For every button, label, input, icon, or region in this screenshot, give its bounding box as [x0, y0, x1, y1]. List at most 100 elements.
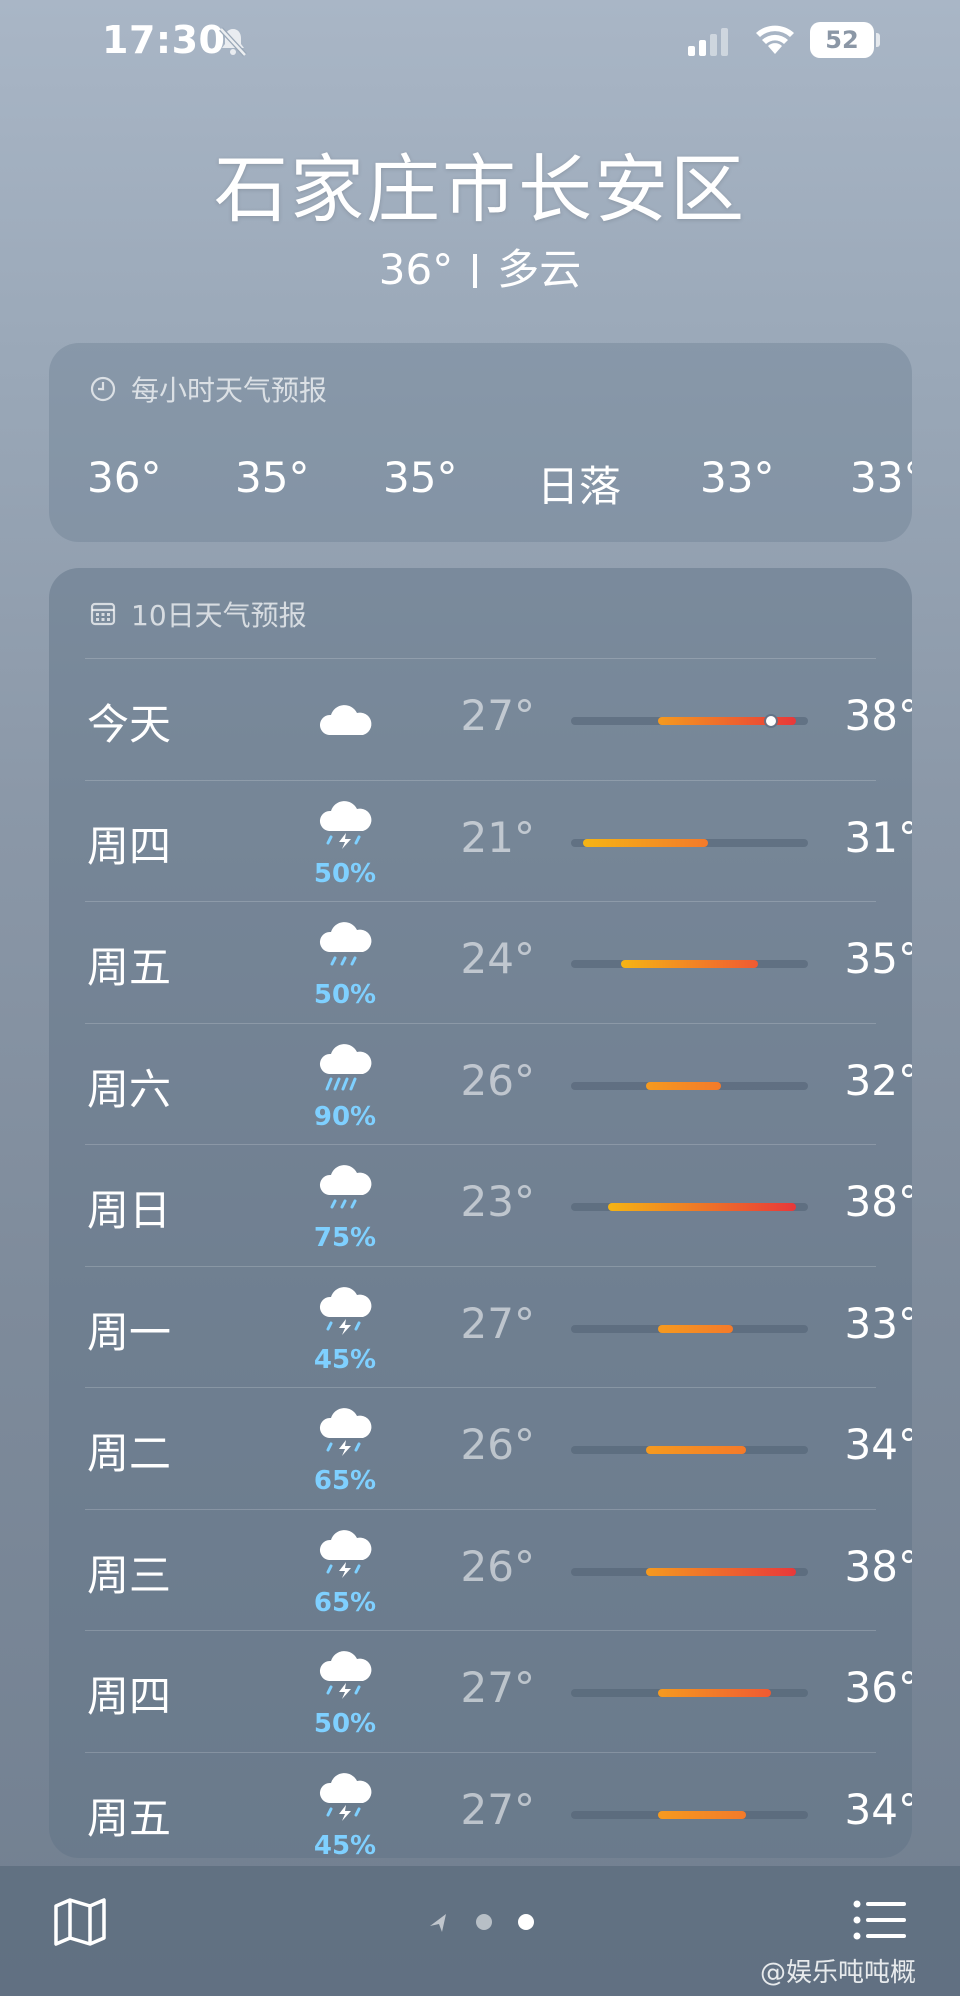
high-temp: 35°: [844, 934, 912, 983]
thunderstorm-icon: [319, 800, 372, 849]
thunderstorm-icon: [319, 1286, 372, 1335]
thunderstorm-icon: [319, 1772, 372, 1821]
low-temp: 27°: [460, 1784, 535, 1834]
high-temp: 38°: [844, 691, 912, 740]
temp-range-fill: [608, 1203, 796, 1211]
cellular-signal-icon: [688, 28, 728, 56]
temp-range-fill: [645, 1446, 746, 1454]
daily-row[interactable]: 周二 65% 26° 34°: [85, 1387, 912, 1509]
high-temp: 34°: [844, 1784, 912, 1834]
precip-chance: 50%: [313, 1709, 377, 1739]
hourly-item: 36°: [87, 453, 162, 502]
temp-range-fill: [620, 960, 759, 968]
page-dot-active: [518, 1914, 534, 1930]
current-summary: 36° 多云: [0, 242, 960, 298]
daily-row[interactable]: 周五 50% 24° 35°: [85, 901, 912, 1023]
hourly-item: 33°: [700, 453, 775, 502]
high-temp: 32°: [844, 1055, 912, 1105]
daily-list: 今天 27° 38° 周四 50% 21° 31° 周五 50% 24° 35° 周六 90% 26° 32…: [49, 658, 912, 1858]
day-name: 周四: [87, 1672, 172, 1721]
precip-chance: 50%: [313, 980, 377, 1010]
location-arrow-icon: [430, 1914, 446, 1932]
rain-icon: [319, 922, 372, 966]
daily-row[interactable]: 周日 75% 23° 38°: [85, 1144, 912, 1266]
silent-bell-icon: [219, 27, 247, 57]
daily-row[interactable]: 今天 27° 38°: [85, 658, 912, 780]
temp-range-fill: [645, 1567, 796, 1576]
hourly-item: 33°: [850, 453, 912, 502]
city-list-icon[interactable]: [852, 1896, 908, 1944]
daily-forecast-header: 10日天气预报: [89, 594, 307, 634]
calendar-icon: [90, 602, 116, 626]
temp-range-bar: [571, 1810, 808, 1819]
temp-range-bar: [571, 1081, 808, 1090]
temp-range-bar: [571, 1203, 808, 1211]
low-temp: 21°: [460, 812, 535, 862]
day-name: 周五: [87, 1793, 172, 1843]
temp-range-bar: [571, 1324, 808, 1333]
low-temp: 23°: [460, 1177, 535, 1226]
temp-range-fill: [658, 1324, 734, 1333]
daily-row[interactable]: 周六 90% 26° 32°: [85, 1022, 912, 1145]
precip-chance: 75%: [313, 1223, 377, 1253]
temp-range-fill: [658, 1810, 746, 1819]
hourly-forecast-header: 每小时天气预报: [89, 369, 327, 409]
battery-tip: [876, 33, 880, 47]
day-name: 周日: [87, 1186, 172, 1235]
temp-range-fill: [583, 838, 709, 847]
low-temp: 27°: [460, 1663, 535, 1712]
precip-chance: 65%: [313, 1587, 377, 1618]
day-name: 周五: [87, 943, 172, 992]
precip-chance: 50%: [313, 858, 377, 889]
wifi-icon: [756, 25, 794, 54]
current-temp: 36°: [378, 245, 454, 294]
current-condition: 多云: [497, 245, 582, 294]
temp-range-bar: [571, 1567, 808, 1576]
daily-forecast-card[interactable]: 10日天气预报 今天 27° 38° 周四 50% 21° 31° 周五 50% 24° 35° 周六…: [49, 568, 912, 1858]
temp-range-fill: [658, 1689, 771, 1697]
day-name: 今天: [87, 700, 172, 749]
map-icon[interactable]: [52, 1896, 108, 1948]
low-temp: 26°: [460, 1055, 535, 1105]
precip-chance: 90%: [313, 1101, 377, 1132]
high-temp: 33°: [844, 1298, 912, 1348]
temp-range-fill: [645, 1081, 721, 1090]
hourly-item: 35°: [383, 453, 458, 502]
low-temp: 27°: [460, 691, 535, 740]
hourly-item: 35°: [235, 453, 310, 502]
thunderstorm-icon: [319, 1529, 372, 1578]
city-name: 石家庄市长安区: [214, 147, 746, 233]
daily-forecast-title: 10日天气预报: [131, 599, 307, 632]
thunderstorm-icon: [319, 1651, 372, 1699]
status-bar: 17:30 52: [0, 0, 960, 84]
low-temp: 27°: [460, 1298, 535, 1348]
daily-row[interactable]: 周四 50% 21° 31°: [85, 779, 912, 902]
temp-range-bar: [571, 716, 808, 726]
daily-row[interactable]: 周三 65% 26° 38°: [85, 1508, 912, 1631]
temp-range-bar: [571, 1689, 808, 1697]
day-name: 周四: [87, 821, 172, 871]
temp-range-bar: [571, 838, 808, 847]
daily-row[interactable]: 周五 45% 27° 34°: [85, 1751, 912, 1858]
precip-chance: 45%: [313, 1344, 377, 1375]
separator: [473, 254, 478, 288]
rain-icon: [319, 1165, 372, 1209]
page-indicator[interactable]: [424, 1906, 544, 1936]
day-name: 周二: [87, 1429, 172, 1478]
location-header: 石家庄市长安区 36° 多云: [0, 140, 960, 298]
high-temp: 38°: [844, 1177, 912, 1226]
low-temp: 26°: [460, 1420, 535, 1469]
high-temp: 36°: [844, 1663, 912, 1712]
low-temp: 26°: [460, 1541, 535, 1591]
page-dot: [476, 1914, 492, 1930]
status-time: 17:30: [102, 18, 226, 62]
day-name: 周六: [87, 1064, 172, 1114]
hourly-item-sunset: 日落: [537, 462, 622, 511]
daily-row[interactable]: 周一 45% 27° 33°: [85, 1265, 912, 1388]
hourly-forecast-card[interactable]: 每小时天气预报 36° 35° 35° 日落 33° 33°: [49, 343, 912, 542]
hourly-scroll[interactable]: 36° 35° 35° 日落 33° 33°: [49, 453, 912, 513]
battery-indicator: 52: [810, 22, 874, 58]
hourly-forecast-title: 每小时天气预报: [131, 374, 328, 407]
daily-row[interactable]: 周四 50% 27° 36°: [85, 1630, 912, 1752]
current-temp-dot: [765, 716, 776, 726]
